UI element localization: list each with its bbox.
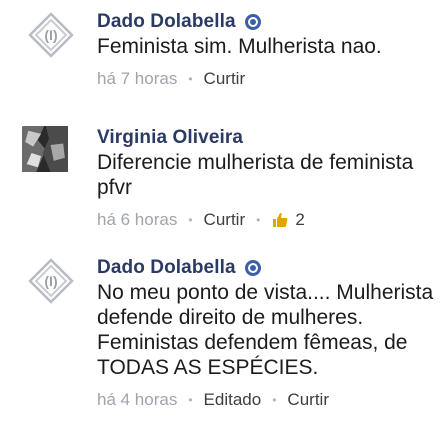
- avatar-diamond-logo-icon[interactable]: (I): [28, 12, 74, 58]
- comment-text: No meu ponto de vista.... Mulherista def…: [97, 281, 434, 379]
- comment-author[interactable]: Virginia Oliveira: [97, 127, 243, 149]
- separator-dot: •: [188, 72, 193, 86]
- comment-1: (I) Dado Dolabella Feminista sim. Mulher…: [0, 10, 448, 89]
- separator-dot: •: [188, 393, 193, 407]
- comment-text: Feminista sim. Mulherista nao.: [97, 35, 382, 58]
- like-link[interactable]: Curtir: [204, 69, 246, 89]
- comment-author[interactable]: Dado Dolabella: [97, 257, 236, 279]
- separator-dot: •: [188, 213, 193, 227]
- verified-check-icon: [244, 260, 261, 276]
- comment-3: (I) Dado Dolabella No meu ponto de vista…: [0, 256, 448, 436]
- comment-time: há 7 horas: [97, 69, 178, 88]
- comment-time: há 4 horas: [97, 390, 178, 409]
- verified-check-icon: [244, 14, 261, 30]
- comment-time: há 6 horas: [97, 210, 178, 229]
- edited-label: Editado: [203, 390, 262, 409]
- thumbs-up-icon[interactable]: [271, 211, 289, 229]
- comment-text: Diferencie mulherista de feminista pfvr: [97, 151, 414, 199]
- svg-text:(I): (I): [44, 27, 57, 43]
- like-link[interactable]: Curtir: [287, 390, 329, 410]
- separator-dot: •: [272, 393, 277, 407]
- like-link[interactable]: Curtir: [204, 210, 246, 230]
- like-count: 2: [295, 210, 305, 229]
- svg-text:(I): (I): [44, 273, 57, 289]
- avatar-photo[interactable]: [22, 126, 80, 184]
- separator-dot: •: [256, 213, 261, 227]
- avatar-diamond-logo-icon[interactable]: (I): [28, 258, 74, 304]
- comment-author[interactable]: Dado Dolabella: [97, 11, 236, 33]
- comment-2: Virginia Oliveira Diferencie mulherista …: [0, 126, 448, 229]
